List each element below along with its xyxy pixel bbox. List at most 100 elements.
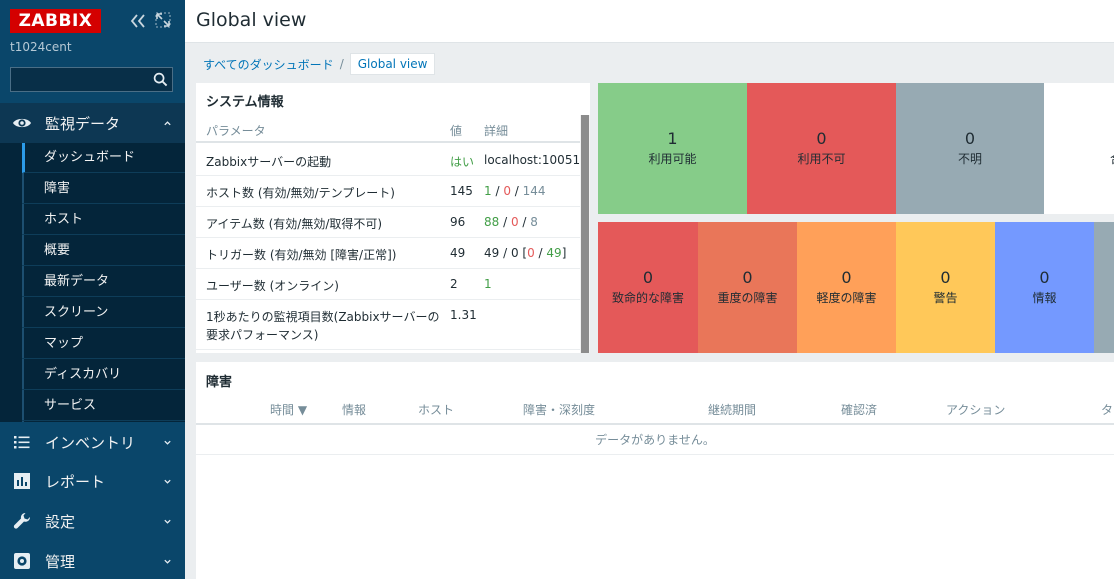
breadcrumb-current[interactable]: Global view xyxy=(349,53,436,75)
column-header-problem-severity[interactable]: 障害・深刻度 xyxy=(523,401,595,418)
table-row: トリガー数 (有効/無効 [障害/正常]) 49 49 / 0 [0 / 49] xyxy=(196,238,580,269)
host-status-unknown[interactable]: 0 不明 xyxy=(896,83,1044,214)
column-header-actions: アクション xyxy=(946,403,1006,417)
column-header-time[interactable]: 時間 ▼ xyxy=(270,401,307,418)
nav-reports[interactable]: レポート xyxy=(0,461,185,501)
table-row: ユーザー数 (オンライン) 2 1 xyxy=(196,269,580,300)
severity-label: 致命的な障害 xyxy=(611,291,684,305)
search-icon[interactable] xyxy=(153,72,168,87)
severity-average[interactable]: 0 軽度の障害 xyxy=(797,222,896,353)
zabbix-logo[interactable]: ZABBIX xyxy=(10,9,101,33)
nav-monitoring-label: 監視データ xyxy=(45,114,121,133)
monitoring-submenu: ダッシュボード 障害 ホスト 概要 最新データ スクリーン マップ ディスカバリ… xyxy=(0,143,185,422)
severity-count: 0 xyxy=(841,268,852,287)
column-header-info: 情報 xyxy=(342,403,367,417)
system-info-widget: システム情報 パラメータ 値 詳細 Zabbixサーバーの起動 はい local… xyxy=(196,83,590,353)
submenu-item-hosts[interactable]: ホスト xyxy=(22,205,185,235)
nav-inventory[interactable]: インベントリ xyxy=(0,422,185,462)
table-row: ホスト数 (有効/無効/テンプレート) 145 1 / 0 / 144 xyxy=(196,176,580,207)
problems-by-severity-widget: 0 致命的な障害 0 重度の障害 0 軽度の障害 0 警告 0 情報 xyxy=(598,222,1114,353)
autohide-sidebar-icon[interactable] xyxy=(155,12,171,28)
server-name: t1024cent xyxy=(10,40,72,54)
submenu-item-screens[interactable]: スクリーン xyxy=(22,298,185,328)
row-parameter-line: 要求パフォーマンス) xyxy=(206,328,319,342)
row-detail: 1 / 0 / 144 xyxy=(484,184,546,198)
nav-monitoring[interactable]: 監視データ xyxy=(0,103,185,143)
row-parameter-line: 1秒あたりの監視項目数(Zabbixサーバーの xyxy=(206,310,440,324)
status-count: 0 xyxy=(964,129,976,148)
submenu-item-discovery[interactable]: ディスカバリ xyxy=(22,360,185,390)
severity-label: 重度の障害 xyxy=(717,291,778,305)
nav-configuration[interactable]: 設定 xyxy=(0,501,185,541)
search-input[interactable] xyxy=(15,70,145,89)
bar-chart-icon xyxy=(14,473,30,489)
widget-title: 障害 xyxy=(206,375,233,390)
severity-high[interactable]: 0 重度の障害 xyxy=(698,222,797,353)
row-value: はい xyxy=(450,155,475,169)
widget-scrollbar[interactable] xyxy=(580,115,590,353)
severity-count: 0 xyxy=(642,268,654,287)
status-label: 利用不可 xyxy=(797,152,846,166)
chevron-down-icon xyxy=(164,519,171,524)
row-value: 145 xyxy=(450,184,473,198)
row-value: 96 xyxy=(450,215,466,229)
severity-information[interactable]: 0 情報 xyxy=(995,222,1094,353)
severity-disaster[interactable]: 0 致命的な障害 xyxy=(598,222,698,353)
severity-count: 0 xyxy=(742,268,753,287)
wrench-icon xyxy=(13,512,31,529)
submenu-item-dashboard[interactable]: ダッシュボード xyxy=(22,143,185,173)
chevron-up-icon xyxy=(164,120,171,125)
host-status-total[interactable]: 合 xyxy=(1044,83,1114,214)
breadcrumb-separator: / xyxy=(339,57,344,71)
severity-count: 0 xyxy=(940,268,951,287)
column-header-tags: タ xyxy=(1101,403,1114,417)
column-header-time-label: 時間 xyxy=(270,403,295,417)
detail-disabled: 0 xyxy=(510,246,519,260)
table-header: パラメータ 値 詳細 xyxy=(196,115,580,143)
row-value: 49 xyxy=(450,246,466,260)
chevron-down-icon xyxy=(164,440,171,445)
column-header-ack: 確認済 xyxy=(841,403,878,417)
row-detail: 88 / 0 / 8 xyxy=(484,215,538,229)
status-count: 1 xyxy=(667,129,678,148)
host-status-unavailable[interactable]: 0 利用不可 xyxy=(747,83,896,214)
severity-label: 警告 xyxy=(933,291,958,305)
nav-reports-label: レポート xyxy=(45,472,106,491)
detail-enabled: 1 xyxy=(484,184,492,198)
nav-administration-label: 管理 xyxy=(45,552,76,571)
search-field[interactable] xyxy=(10,67,173,92)
no-data-message: データがありません。 xyxy=(196,425,1114,455)
row-value: 2 xyxy=(450,277,458,291)
severity-label: 軽度の障害 xyxy=(816,291,877,305)
detail-not-supported: 8 xyxy=(530,215,538,229)
breadcrumb-all-dashboards[interactable]: すべてのダッシュボード xyxy=(203,56,334,73)
nav-administration[interactable]: 管理 xyxy=(0,541,185,579)
page-header: Global view xyxy=(185,0,1114,43)
submenu-item-problems[interactable]: 障害 xyxy=(22,174,185,204)
severity-warning[interactable]: 0 警告 xyxy=(896,222,995,353)
submenu-item-latest-data[interactable]: 最新データ xyxy=(22,267,185,297)
submenu-item-overview[interactable]: 概要 xyxy=(22,236,185,266)
collapse-sidebar-icon[interactable] xyxy=(129,12,147,30)
detail-problem: 0 xyxy=(527,246,535,260)
row-parameter: トリガー数 (有効/無効 [障害/正常]) xyxy=(206,248,397,262)
table-row: アイテム数 (有効/無効/取得不可) 96 88 / 0 / 8 xyxy=(196,207,580,238)
problems-widget: 障害 時間 ▼ 情報 ホスト 障害・深刻度 継続期間 確認済 アクション タ デ… xyxy=(196,362,1114,579)
submenu-item-maps[interactable]: マップ xyxy=(22,329,185,359)
severity-label: 情報 xyxy=(1032,291,1057,305)
severity-not-classified[interactable] xyxy=(1094,222,1114,353)
scrollbar-thumb[interactable] xyxy=(581,115,589,353)
detail-enabled: 88 xyxy=(484,215,500,229)
column-header-parameter: パラメータ xyxy=(206,124,266,138)
list-icon xyxy=(14,436,30,449)
row-detail: 49 / 0 [0 / 49] xyxy=(484,246,567,260)
row-parameter: Zabbixサーバーの起動 xyxy=(206,155,332,169)
table-header: 時間 ▼ 情報 ホスト 障害・深刻度 継続期間 確認済 アクション タ xyxy=(196,397,1114,425)
row-parameter: ホスト数 (有効/無効/テンプレート) xyxy=(206,186,395,200)
column-header-details: 詳細 xyxy=(484,124,509,138)
detail-ok: 49 xyxy=(546,246,562,260)
host-status-available[interactable]: 1 利用可能 xyxy=(598,83,747,214)
submenu-item-services[interactable]: サービス xyxy=(22,391,185,421)
column-header-host[interactable]: ホスト xyxy=(418,401,454,418)
chevron-down-icon xyxy=(164,559,171,564)
